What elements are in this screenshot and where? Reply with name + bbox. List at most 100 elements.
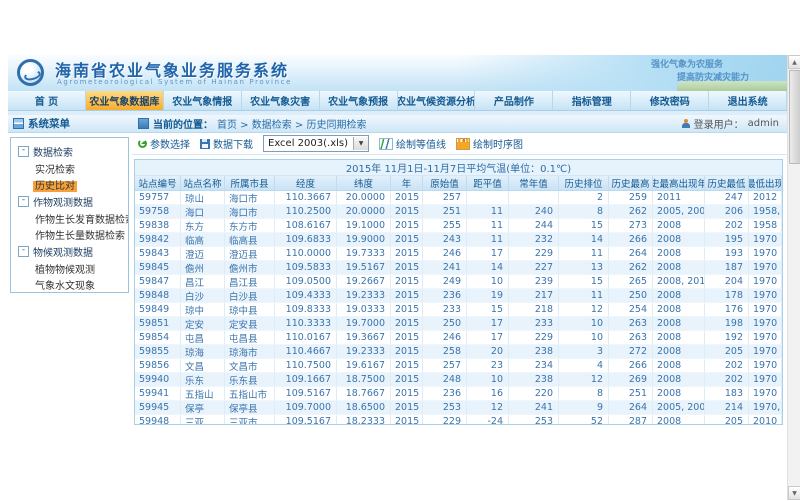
tree-item[interactable]: 气象水文现象: [11, 277, 128, 292]
table-cell: 2010: [749, 415, 782, 425]
table-cell: 19.1000: [337, 219, 391, 232]
table-cell: 248: [423, 373, 467, 386]
column-header: 年: [391, 176, 423, 190]
slogan-line2: 提高防灾减灾能力: [677, 72, 749, 85]
tree-item-label: 历史比对: [33, 181, 77, 192]
nav-tab[interactable]: 农业气象数据库: [86, 91, 164, 110]
nav-tab[interactable]: 农业气象情报: [164, 91, 242, 110]
table-cell: 59843: [135, 247, 181, 260]
collapse-icon[interactable]: -: [18, 196, 29, 207]
tree-item[interactable]: 作物生长发育数据检索: [11, 211, 128, 226]
table-cell: 19.2333: [337, 345, 391, 358]
collapse-icon[interactable]: -: [18, 146, 29, 157]
table-cell: 195: [705, 233, 749, 246]
table-cell: 琼山: [181, 191, 225, 204]
table-cell: 2008: [653, 359, 705, 372]
scroll-down-arrow[interactable]: ▼: [788, 486, 800, 500]
table-row: 59758海口海口市110.250020.0000201525111240826…: [135, 205, 782, 219]
draw-contour-button[interactable]: 绘制等值线: [379, 136, 446, 151]
table-cell: 定安县: [225, 317, 275, 330]
logo-icon: [17, 59, 44, 86]
sidebar-header-label: 系统菜单: [28, 116, 70, 131]
table-cell: 1970: [749, 331, 782, 344]
table-cell: 202: [705, 359, 749, 372]
table-cell: 2015: [391, 415, 423, 425]
sidebar-tree: -数据检索实况检索历史比对-作物观测数据作物生长发育数据检索作物生长量数据检索-…: [10, 137, 129, 293]
table-cell: 14: [559, 233, 609, 246]
table-cell: 1970: [749, 373, 782, 386]
page-scrollbar[interactable]: ▲ ▼: [787, 55, 800, 500]
table-cell: 定安: [181, 317, 225, 330]
table-cell: 2: [559, 191, 609, 204]
scroll-up-arrow[interactable]: ▲: [788, 55, 800, 69]
table-cell: 251: [609, 387, 653, 400]
nav-tab[interactable]: 指标管理: [553, 91, 631, 110]
table-cell: 59757: [135, 191, 181, 204]
table-cell: 254: [609, 303, 653, 316]
param-select-button[interactable]: 参数选择: [138, 136, 190, 151]
table-cell: 2008: [653, 317, 705, 330]
table-cell: 9: [559, 401, 609, 414]
table-cell: 17: [467, 331, 509, 344]
contour-chart-icon: [379, 138, 393, 150]
table-cell: 乐东: [181, 373, 225, 386]
scrollbar-thumb[interactable]: [789, 70, 800, 164]
table-cell: 250: [423, 317, 467, 330]
tree-item[interactable]: 实况检索: [11, 161, 128, 176]
table-cell: 文昌: [181, 359, 225, 372]
table-cell: 205: [705, 415, 749, 425]
table-cell: 琼海市: [225, 345, 275, 358]
table-cell: 12: [467, 401, 509, 414]
table-cell: 2015: [391, 331, 423, 344]
table-cell: 240: [509, 205, 559, 218]
nav-tab[interactable]: 首 页: [8, 91, 86, 110]
table-cell: 1970: [749, 275, 782, 288]
column-header: 纬度: [337, 176, 391, 190]
collapse-icon[interactable]: -: [18, 246, 29, 257]
table-cell: 257: [423, 191, 467, 204]
export-format-select[interactable]: Excel 2003(.xls) ▼: [263, 135, 369, 152]
table-cell: 2008, 2011: [653, 275, 705, 288]
tree-parent-item[interactable]: -物候观测数据: [11, 243, 128, 260]
table-row: 59757琼山海口市110.366720.0000201525722592011…: [135, 191, 782, 205]
nav-tab[interactable]: 退出系统: [709, 91, 787, 110]
table-row: 59849琼中琼中县109.833319.0333201523315218122…: [135, 303, 782, 317]
table-cell: 2008: [653, 303, 705, 316]
table-cell: 15: [559, 275, 609, 288]
nav-tab[interactable]: 修改密码: [631, 91, 709, 110]
nav-tab[interactable]: 农业气候资源分析: [398, 91, 476, 110]
table-cell: 17: [467, 317, 509, 330]
nav-tab[interactable]: 农业气象灾害: [242, 91, 320, 110]
table-cell: 2005, 2008: [653, 401, 705, 414]
table-cell: 258: [423, 345, 467, 358]
table-cell: 11: [467, 219, 509, 232]
table-cell: 109.4333: [275, 289, 337, 302]
tree-item[interactable]: 历史比对: [11, 177, 128, 192]
data-download-button[interactable]: 数据下载: [200, 136, 253, 151]
table-cell: 1970, 2000: [749, 401, 782, 414]
nav-tab[interactable]: 产品制作: [475, 91, 553, 110]
tree-parent-item[interactable]: -作物观测数据: [11, 193, 128, 210]
column-header: 历史最低出现年份: [749, 176, 782, 190]
table-cell: 110.7500: [275, 359, 337, 372]
table-cell: 2008: [653, 289, 705, 302]
table-cell: 263: [609, 331, 653, 344]
draw-timeseries-button[interactable]: 绘制时序图: [456, 136, 523, 151]
table-cell: 23: [467, 359, 509, 372]
table-cell: [467, 191, 509, 204]
table-row: 59843澄迈澄迈县110.000019.7333201524617229112…: [135, 247, 782, 261]
table-cell: 19.6167: [337, 359, 391, 372]
table-cell: 1970: [749, 387, 782, 400]
tree-parent-item[interactable]: -数据检索: [11, 143, 128, 160]
tree-item[interactable]: 作物生长量数据检索: [11, 227, 128, 242]
table-cell: 2015: [391, 289, 423, 302]
table-cell: 239: [509, 275, 559, 288]
table-cell: 59855: [135, 345, 181, 358]
tree-item[interactable]: 植物物候观测: [11, 261, 128, 276]
table-cell: 10: [559, 317, 609, 330]
toolbar: 参数选择 数据下载 Excel 2003(.xls) ▼ 绘制等值线 绘制时序图: [132, 133, 787, 155]
chevron-down-icon[interactable]: ▼: [353, 137, 368, 150]
main-panel: 当前的位置： 首页 > 数据检索 > 历史同期检索 登录用户： admin 参数…: [132, 115, 787, 501]
nav-tab[interactable]: 农业气象预报: [320, 91, 398, 110]
table-row: 59854屯昌屯昌县110.016719.3667201524617229102…: [135, 331, 782, 345]
